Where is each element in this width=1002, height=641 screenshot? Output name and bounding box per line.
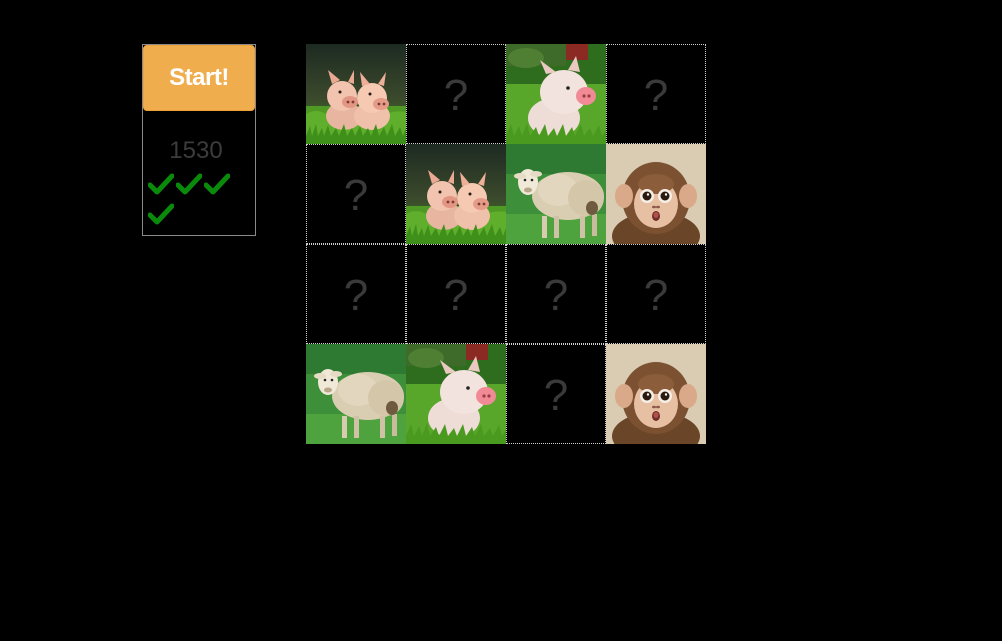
start-button[interactable]: Start! bbox=[143, 45, 255, 111]
two-pigs-image bbox=[406, 144, 506, 244]
card-two-pigs[interactable] bbox=[406, 144, 506, 244]
sheep-image bbox=[306, 344, 406, 444]
card-hidden[interactable]: ? bbox=[606, 44, 706, 144]
question-mark-icon: ? bbox=[343, 171, 369, 220]
memory-board: ? ?? ? ? ? ? ? bbox=[306, 44, 706, 444]
question-mark-icon: ? bbox=[543, 371, 569, 420]
checkmark-icon bbox=[148, 171, 176, 197]
piglet-image bbox=[406, 344, 506, 444]
card-hidden[interactable]: ? bbox=[406, 44, 506, 144]
checkmark-icon bbox=[148, 201, 176, 227]
card-two-pigs[interactable] bbox=[306, 44, 406, 144]
question-mark-icon: ? bbox=[443, 271, 469, 320]
question-mark-icon: ? bbox=[543, 271, 569, 320]
control-panel: Start! 1530 bbox=[142, 44, 256, 236]
question-mark-icon: ? bbox=[443, 71, 469, 120]
card-piglet[interactable] bbox=[506, 44, 606, 144]
game-stage: Start! 1530 ? ? ? ? ? ? ? ? bbox=[0, 0, 1002, 641]
score-display: 1530 bbox=[169, 137, 223, 164]
two-pigs-image bbox=[306, 44, 406, 144]
card-monkey[interactable] bbox=[606, 144, 706, 244]
card-hidden[interactable]: ? bbox=[306, 244, 406, 344]
card-monkey[interactable] bbox=[606, 344, 706, 444]
checkmark-icon bbox=[176, 171, 204, 197]
checkmark-icon bbox=[204, 171, 232, 197]
card-hidden[interactable]: ? bbox=[506, 344, 606, 444]
card-hidden[interactable]: ? bbox=[606, 244, 706, 344]
question-mark-icon: ? bbox=[343, 271, 369, 320]
sheep-image bbox=[506, 144, 606, 244]
piglet-image bbox=[506, 44, 606, 144]
card-hidden[interactable]: ? bbox=[306, 144, 406, 244]
card-hidden[interactable]: ? bbox=[506, 244, 606, 344]
question-mark-icon: ? bbox=[643, 71, 669, 120]
card-sheep[interactable] bbox=[306, 344, 406, 444]
question-mark-icon: ? bbox=[643, 271, 669, 320]
match-checkmarks bbox=[148, 171, 252, 227]
card-piglet[interactable] bbox=[406, 344, 506, 444]
card-sheep[interactable] bbox=[506, 144, 606, 244]
monkey-image bbox=[606, 144, 706, 244]
monkey-image bbox=[606, 344, 706, 444]
card-hidden[interactable]: ? bbox=[406, 244, 506, 344]
